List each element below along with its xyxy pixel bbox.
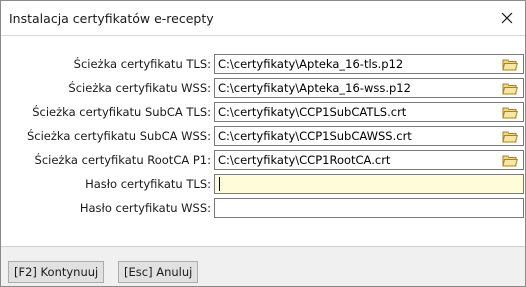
folder-open-icon bbox=[502, 131, 518, 142]
rootca-path-field[interactable]: C:\certyfikaty\CCP1RootCA.crt bbox=[214, 150, 524, 170]
rootca-path-label: Ścieżka certyfikatu RootCA P1: bbox=[34, 153, 211, 167]
tls-path-label: Ścieżka certyfikatu TLS: bbox=[73, 57, 211, 71]
cancel-button[interactable]: [Esc] Anuluj bbox=[118, 261, 199, 283]
text-cursor bbox=[219, 177, 220, 191]
subca-wss-path-browse-button[interactable] bbox=[500, 128, 520, 144]
close-icon bbox=[501, 12, 513, 24]
certificate-install-dialog: Instalacja certyfikatów e-recepty Ścieżk… bbox=[0, 0, 526, 287]
window-title: Instalacja certyfikatów e-recepty bbox=[9, 11, 214, 26]
wss-path-browse-button[interactable] bbox=[500, 80, 520, 96]
wss-path-field[interactable]: C:\certyfikaty\Apteka_16-wss.p12 bbox=[214, 78, 524, 98]
row-wss-path: Ścieżka certyfikatu WSS: C:\certyfikaty\… bbox=[1, 78, 525, 98]
row-rootca-path: Ścieżka certyfikatu RootCA P1: C:\certyf… bbox=[1, 150, 525, 170]
tls-path-field[interactable]: C:\certyfikaty\Apteka_16-tls.p12 bbox=[214, 54, 524, 74]
row-tls-path: Ścieżka certyfikatu TLS: C:\certyfikaty\… bbox=[1, 54, 525, 74]
subca-tls-path-field[interactable]: C:\certyfikaty\CCP1SubCATLS.crt bbox=[214, 102, 524, 122]
wss-password-label: Hasło certyfikatu WSS: bbox=[79, 201, 211, 215]
folder-open-icon bbox=[502, 59, 518, 70]
wss-path-label: Ścieżka certyfikatu WSS: bbox=[68, 81, 211, 95]
wss-password-field[interactable] bbox=[214, 198, 524, 218]
row-tls-password: Hasło certyfikatu TLS: bbox=[1, 174, 525, 194]
subca-wss-path-field[interactable]: C:\certyfikaty\CCP1SubCAWSS.crt bbox=[214, 126, 524, 146]
subca-wss-path-label: Ścieżka certyfikatu SubCA WSS: bbox=[26, 129, 211, 143]
subca-tls-path-browse-button[interactable] bbox=[500, 104, 520, 120]
folder-open-icon bbox=[502, 107, 518, 118]
folder-open-icon bbox=[502, 155, 518, 166]
tls-password-label: Hasło certyfikatu TLS: bbox=[85, 177, 211, 191]
tls-password-field[interactable] bbox=[214, 174, 524, 194]
continue-button[interactable]: [F2] Kontynuuj bbox=[8, 261, 105, 283]
tls-path-browse-button[interactable] bbox=[500, 56, 520, 72]
folder-open-icon bbox=[502, 83, 518, 94]
close-button[interactable] bbox=[489, 1, 525, 35]
title-bar: Instalacja certyfikatów e-recepty bbox=[1, 1, 525, 36]
row-wss-password: Hasło certyfikatu WSS: bbox=[1, 198, 525, 218]
subca-tls-path-label: Ścieżka certyfikatu SubCA TLS: bbox=[32, 105, 211, 119]
form-area: Ścieżka certyfikatu TLS: C:\certyfikaty\… bbox=[1, 36, 525, 246]
button-bar: [F2] Kontynuuj [Esc] Anuluj bbox=[1, 247, 525, 286]
row-subca-wss-path: Ścieżka certyfikatu SubCA WSS: C:\certyf… bbox=[1, 126, 525, 146]
row-subca-tls-path: Ścieżka certyfikatu SubCA TLS: C:\certyf… bbox=[1, 102, 525, 122]
rootca-path-browse-button[interactable] bbox=[500, 152, 520, 168]
